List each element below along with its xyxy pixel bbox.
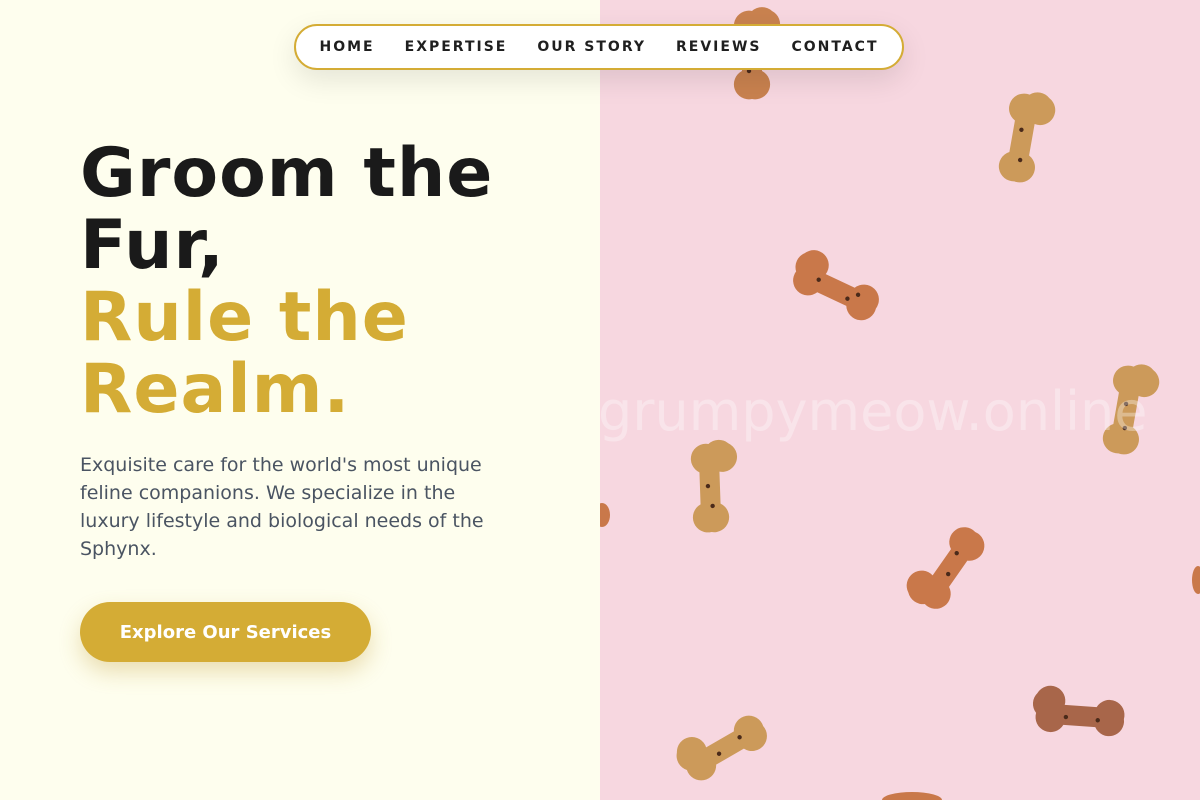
main-navigation: HOME EXPERTISE OUR STORY REVIEWS CONTACT — [294, 24, 904, 70]
biscuit — [1031, 684, 1127, 738]
biscuit — [899, 515, 991, 618]
nav-home[interactable]: HOME — [320, 39, 375, 55]
explore-services-button[interactable]: Explore Our Services — [80, 602, 371, 662]
nav-contact[interactable]: CONTACT — [791, 39, 878, 55]
hero-photo: grumpymeow.online — [600, 0, 1200, 800]
biscuit — [882, 792, 942, 800]
biscuit — [690, 439, 740, 533]
nav-expertise[interactable]: EXPERTISE — [405, 39, 508, 55]
hero-title-accent-line: Rule the — [80, 278, 409, 357]
hero-description: Exquisite care for the world's most uniq… — [80, 454, 484, 560]
biscuit — [669, 701, 773, 788]
biscuit — [996, 87, 1058, 187]
nav-our-story[interactable]: OUR STORY — [537, 39, 646, 55]
hero-title-line: Groom the — [80, 134, 494, 213]
hero-title: Groom the Fur, Rule the Realm. — [80, 138, 493, 426]
biscuit — [600, 503, 610, 527]
hero-title-line: Fur, — [80, 206, 225, 285]
biscuit — [1192, 566, 1200, 594]
hero-text-panel: Groom the Fur, Rule the Realm. Exquisite… — [0, 0, 600, 800]
nav-reviews[interactable]: REVIEWS — [676, 39, 761, 55]
hero-title-accent-line: Realm. — [80, 350, 351, 429]
watermark: grumpymeow.online — [600, 380, 1148, 443]
biscuit — [785, 244, 889, 326]
